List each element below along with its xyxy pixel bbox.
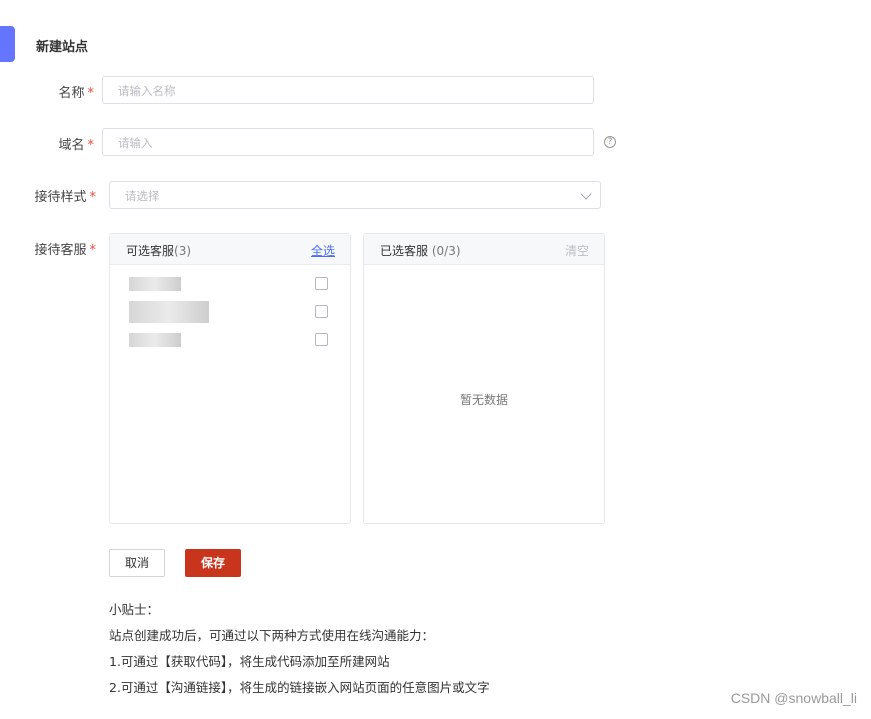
panel-title: 已选客服 (0/3) [380, 244, 461, 258]
panel-header: 已选客服 (0/3) 清空 [364, 234, 604, 265]
list-item[interactable] [127, 331, 337, 349]
style-label: 接待样式 * [34, 190, 97, 205]
panel-title: 可选客服(3) [126, 244, 192, 258]
watermark: CSDN @snowball_li [730, 690, 857, 706]
help-icon[interactable]: ? [604, 136, 616, 148]
selected-agents-panel: 已选客服 (0/3) 清空 暂无数据 [363, 233, 605, 524]
checkbox[interactable] [315, 277, 328, 290]
style-select[interactable]: 请选择 [109, 181, 601, 209]
required-mark: * [89, 190, 97, 205]
domain-placeholder: 请输入 [118, 136, 153, 150]
tips-heading: 小贴士： [109, 602, 160, 617]
available-agents-panel: 可选客服(3) 全选 [109, 233, 351, 524]
required-mark: * [89, 243, 97, 258]
name-placeholder: 请输入名称 [118, 84, 176, 98]
blurred-agent-name [129, 301, 209, 323]
side-tab[interactable] [0, 26, 15, 62]
tips-line: 2.可通过【沟通链接】，将生成的链接嵌入网站页面的任意图片或文字 [109, 680, 490, 695]
save-button[interactable]: 保存 [185, 549, 241, 577]
domain-input[interactable]: 请输入 [102, 128, 594, 156]
required-mark: * [87, 86, 95, 101]
blurred-agent-name [129, 277, 181, 291]
list-item[interactable] [127, 301, 337, 323]
blurred-agent-name [129, 333, 181, 347]
select-all-link[interactable]: 全选 [311, 242, 335, 259]
empty-state: 暂无数据 [459, 393, 508, 407]
cancel-button[interactable]: 取消 [109, 549, 165, 577]
page-title: 新建站点 [36, 40, 89, 55]
tips-line: 1.可通过【获取代码】，将生成代码添加至所建网站 [109, 654, 390, 669]
checkbox[interactable] [315, 305, 328, 318]
chevron-down-icon [580, 188, 592, 200]
agents-label: 接待客服 * [34, 243, 97, 258]
clear-link[interactable]: 清空 [565, 242, 589, 259]
tips-block: 小贴士： 站点创建成功后，可通过以下两种方式使用在线沟通能力： 1.可通过【获取… [109, 597, 490, 701]
list-item[interactable] [127, 275, 337, 293]
domain-label: 域名 * [58, 138, 95, 153]
checkbox[interactable] [315, 333, 328, 346]
name-input[interactable]: 请输入名称 [102, 76, 594, 104]
tips-line: 站点创建成功后，可通过以下两种方式使用在线沟通能力： [109, 628, 435, 643]
required-mark: * [87, 138, 95, 153]
panel-header: 可选客服(3) 全选 [110, 234, 350, 265]
style-placeholder: 请选择 [125, 189, 160, 203]
name-label: 名称 * [58, 86, 95, 101]
